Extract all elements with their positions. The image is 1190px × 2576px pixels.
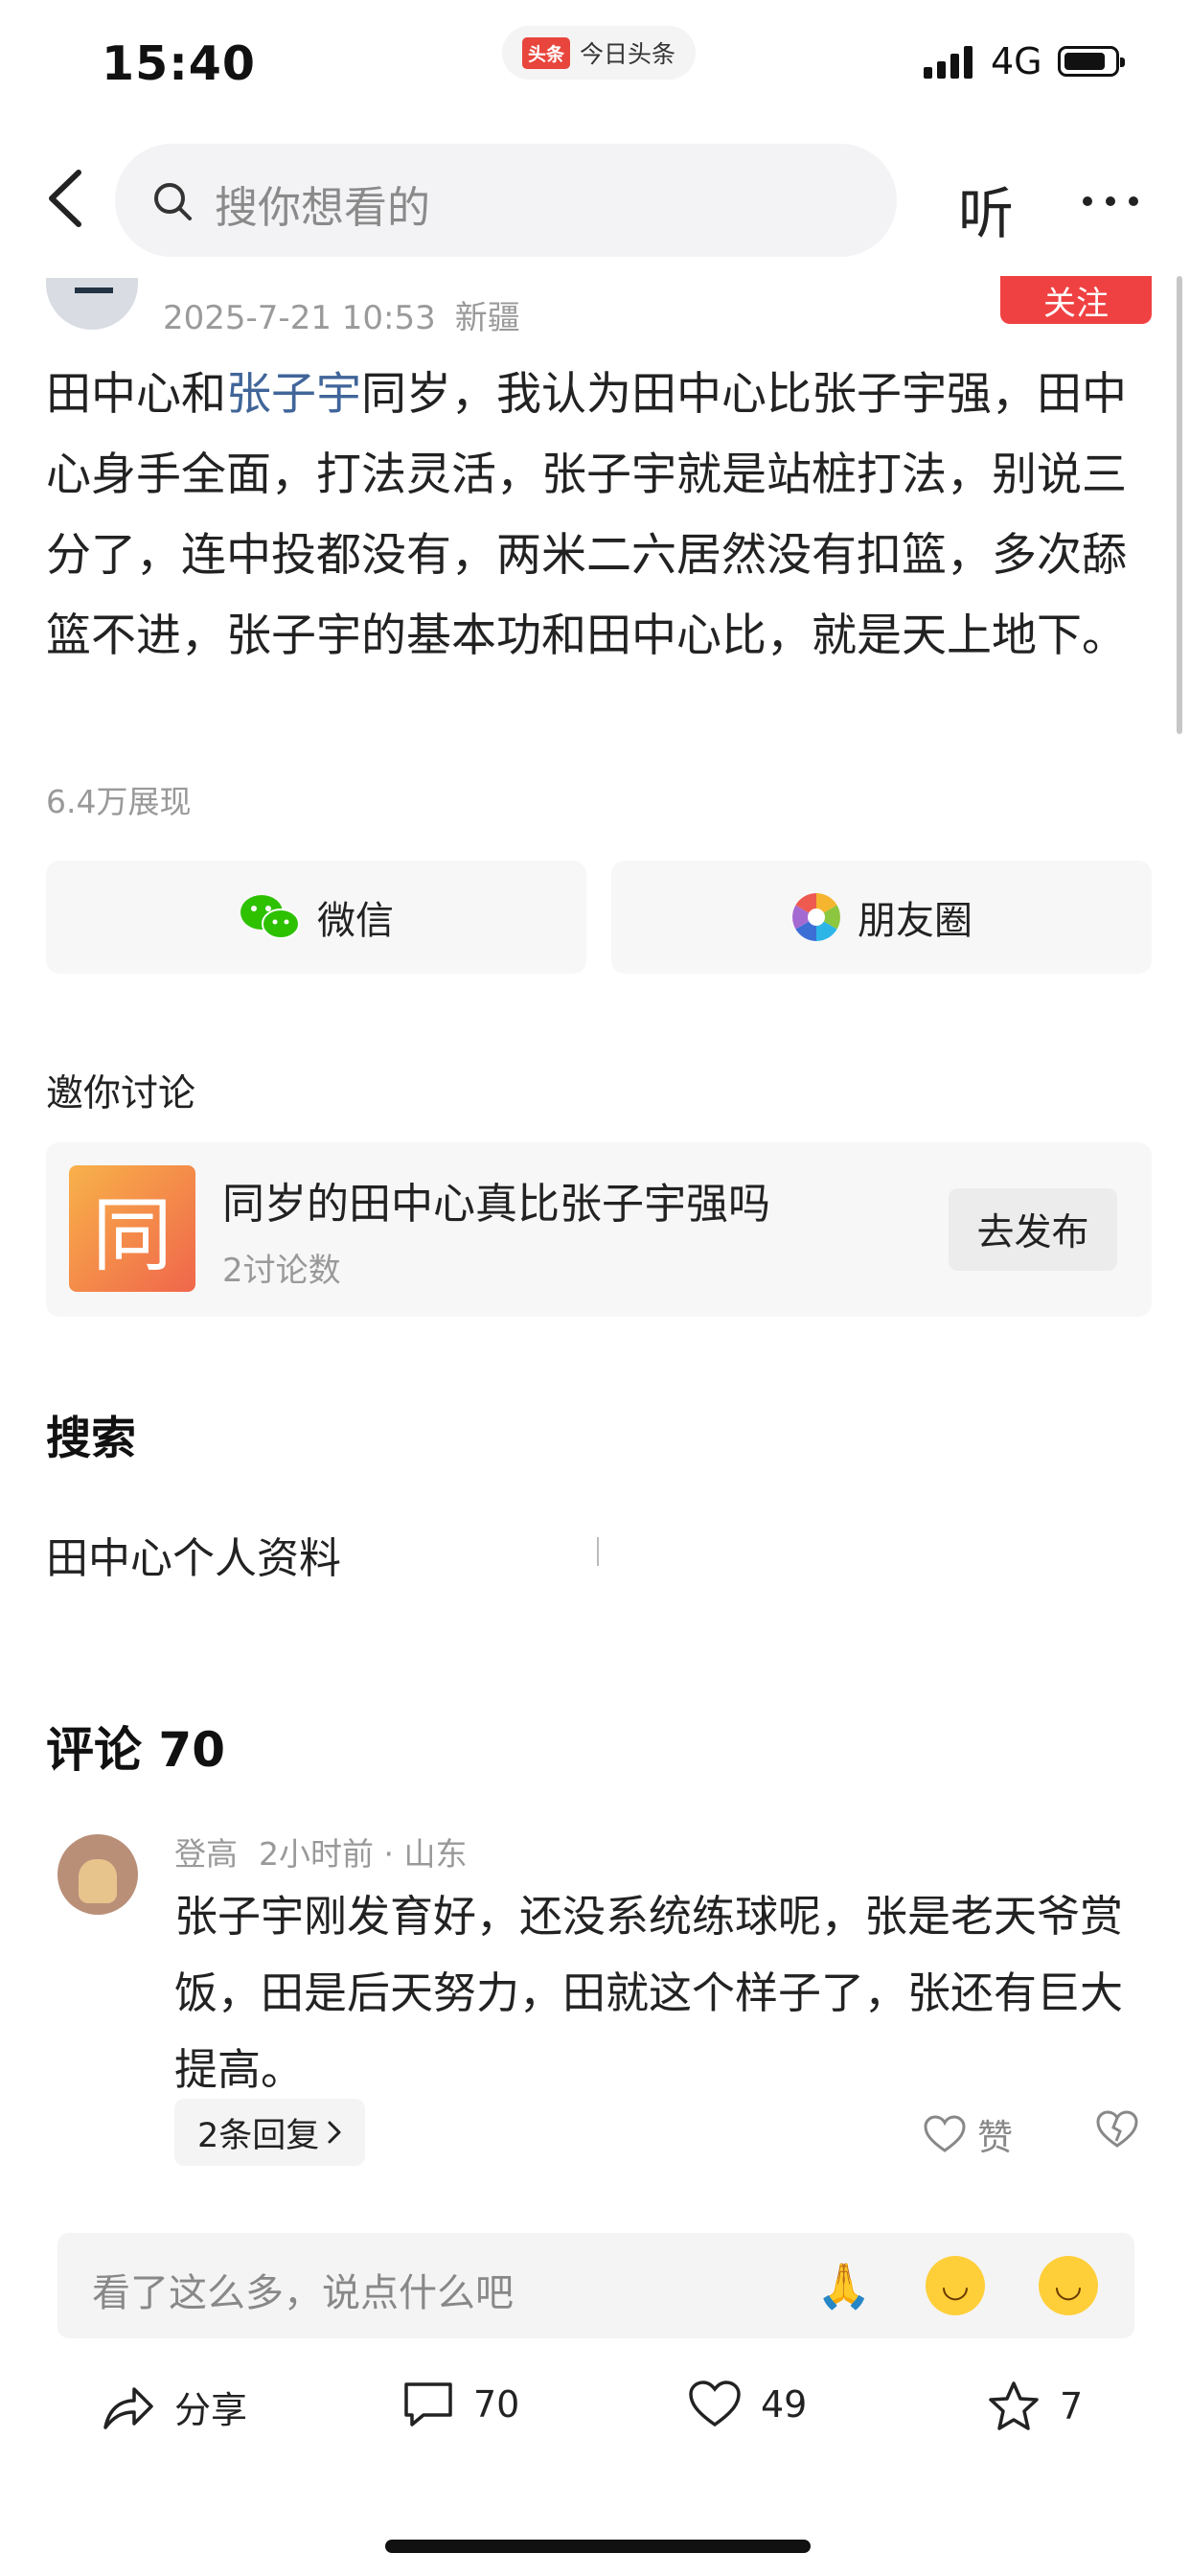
share-wechat-label: 微信 bbox=[317, 899, 394, 943]
search-bar[interactable]: 搜你想看的 bbox=[115, 144, 897, 257]
invite-heading: 邀你讨论 bbox=[46, 1072, 196, 1116]
comment-dislike-button[interactable] bbox=[1096, 2110, 1138, 2152]
grin-emoji-icon[interactable]: ◡ bbox=[926, 2256, 985, 2315]
post-body: 田中心和张子宇同岁，我认为田中心比张子宇强，田中心身手全面，打法灵活，张子宇就是… bbox=[46, 355, 1157, 677]
comment-icon bbox=[404, 2382, 452, 2426]
replies-label: 2条回复 bbox=[197, 2116, 320, 2155]
search-icon bbox=[154, 183, 192, 220]
search-section-heading: 搜索 bbox=[46, 1413, 136, 1465]
comment-action[interactable]: 70 bbox=[402, 2380, 519, 2428]
author-avatar[interactable] bbox=[46, 278, 138, 330]
comment-like-button[interactable]: 赞 bbox=[924, 2108, 1013, 2160]
mention-link[interactable]: 张子宇 bbox=[226, 368, 361, 421]
post-location: 新疆 bbox=[454, 299, 520, 337]
comment-time: 2小时前 · 山东 bbox=[259, 1835, 468, 1873]
comment-input-placeholder: 看了这么多，说点什么吧 bbox=[92, 2271, 514, 2315]
topic-title: 同岁的田中心真比张子宇强吗 bbox=[222, 1180, 770, 1229]
listen-button[interactable]: 听 bbox=[958, 169, 1014, 249]
post-body-text-1: 田中心和 bbox=[46, 368, 226, 421]
network-label: 4G bbox=[991, 40, 1042, 82]
laugh-cry-emoji-icon[interactable]: ◡ bbox=[1039, 2256, 1098, 2315]
signal-icon bbox=[924, 44, 973, 79]
post-meta: 2025-7-21 10:53 新疆 bbox=[163, 291, 520, 338]
home-indicator bbox=[385, 2540, 811, 2553]
share-label: 分享 bbox=[174, 2389, 248, 2431]
chevron-right-icon bbox=[328, 2121, 341, 2144]
share-moments-button[interactable]: 朋友圈 bbox=[611, 861, 1152, 974]
broken-heart-icon bbox=[1096, 2110, 1138, 2148]
comment-text: 张子宇刚发育好，还没系统练球呢，张是老天爷赏饭，田是后天努力，田就这个样子了，张… bbox=[174, 1891, 1124, 2095]
scrollbar[interactable] bbox=[1177, 276, 1182, 734]
avatar[interactable] bbox=[57, 1834, 138, 1915]
status-time: 15:40 bbox=[102, 36, 256, 91]
search-placeholder: 搜你想看的 bbox=[215, 182, 431, 233]
share-icon bbox=[103, 2386, 153, 2429]
comment-like-label: 赞 bbox=[977, 2117, 1013, 2158]
replies-button[interactable]: 2条回复 bbox=[174, 2099, 366, 2166]
app-badge: 头条 今日头条 bbox=[502, 26, 696, 80]
wechat-icon bbox=[240, 895, 300, 939]
follow-button[interactable]: 关注 bbox=[1000, 276, 1152, 324]
publish-button[interactable]: 去发布 bbox=[949, 1188, 1117, 1271]
share-moments-label: 朋友圈 bbox=[858, 899, 973, 943]
topic-icon: 同 bbox=[69, 1165, 195, 1292]
share-action[interactable]: 分享 bbox=[102, 2380, 247, 2433]
divider bbox=[597, 1537, 599, 1566]
chevron-left-icon bbox=[49, 170, 81, 227]
more-icon[interactable] bbox=[1083, 196, 1138, 206]
like-count: 49 bbox=[761, 2383, 808, 2426]
share-wechat-button[interactable]: 微信 bbox=[46, 861, 586, 974]
topic-count: 2讨论数 bbox=[222, 1252, 341, 1290]
search-suggestion[interactable]: 田中心个人资料 bbox=[46, 1524, 341, 1585]
heart-icon bbox=[924, 2115, 966, 2152]
comment-meta: 登高 2小时前 · 山东 bbox=[174, 1828, 467, 1874]
comment-input[interactable]: 看了这么多，说点什么吧 🙏 ◡ ◡ bbox=[57, 2233, 1134, 2338]
back-button[interactable] bbox=[46, 169, 84, 228]
comments-heading: 评论 70 bbox=[46, 1722, 225, 1778]
comment-count: 70 bbox=[473, 2383, 520, 2426]
pray-emoji-icon[interactable]: 🙏 bbox=[814, 2256, 874, 2315]
view-count: 6.4万展现 bbox=[46, 783, 192, 820]
comment-user[interactable]: 登高 bbox=[174, 1835, 238, 1873]
topic-card[interactable]: 同 同岁的田中心真比张子宇强吗 2讨论数 去发布 bbox=[46, 1142, 1152, 1317]
heart-icon bbox=[689, 2380, 741, 2427]
app-badge-text: 今日头条 bbox=[580, 40, 676, 68]
moments-icon bbox=[792, 893, 840, 941]
toutiao-logo: 头条 bbox=[521, 36, 570, 69]
favorite-action[interactable]: 7 bbox=[987, 2380, 1083, 2432]
star-icon bbox=[989, 2381, 1039, 2430]
favorite-count: 7 bbox=[1060, 2385, 1084, 2427]
post-date: 2025-7-21 10:53 bbox=[163, 299, 436, 337]
like-action[interactable]: 49 bbox=[688, 2380, 807, 2428]
battery-icon bbox=[1058, 46, 1125, 77]
